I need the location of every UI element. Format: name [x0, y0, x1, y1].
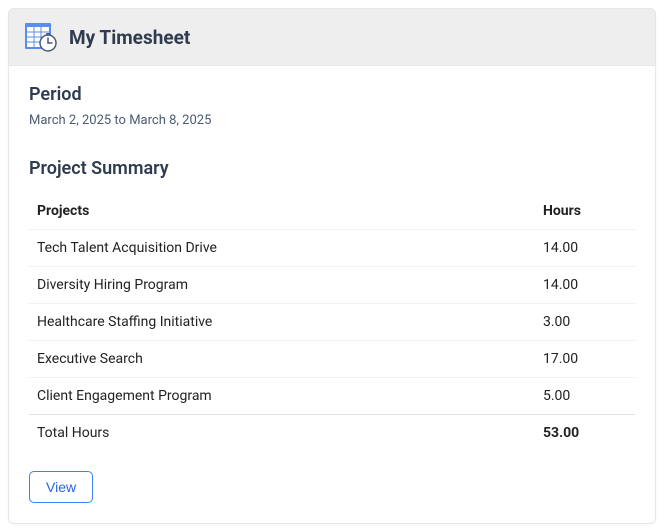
- period-label: Period: [29, 84, 635, 105]
- project-hours: 3.00: [535, 304, 635, 341]
- col-projects: Projects: [29, 193, 535, 230]
- table-row: Tech Talent Acquisition Drive 14.00: [29, 230, 635, 267]
- table-header-row: Projects Hours: [29, 193, 635, 230]
- project-hours: 14.00: [535, 230, 635, 267]
- table-row: Client Engagement Program 5.00: [29, 378, 635, 415]
- table-row: Executive Search 17.00: [29, 341, 635, 378]
- project-summary-table: Projects Hours Tech Talent Acquisition D…: [29, 193, 635, 451]
- summary-label: Project Summary: [29, 158, 635, 179]
- timesheet-card: My Timesheet Period March 2, 2025 to Mar…: [8, 8, 656, 524]
- project-name: Healthcare Staffing Initiative: [29, 304, 535, 341]
- col-hours: Hours: [535, 193, 635, 230]
- card-body: Period March 2, 2025 to March 8, 2025 Pr…: [9, 66, 655, 523]
- card-header: My Timesheet: [9, 9, 655, 66]
- total-label: Total Hours: [29, 415, 535, 452]
- period-text: March 2, 2025 to March 8, 2025: [29, 113, 635, 128]
- project-hours: 17.00: [535, 341, 635, 378]
- project-name: Diversity Hiring Program: [29, 267, 535, 304]
- timesheet-icon: [25, 21, 57, 53]
- project-hours: 5.00: [535, 378, 635, 415]
- table-row: Healthcare Staffing Initiative 3.00: [29, 304, 635, 341]
- page-title: My Timesheet: [69, 26, 190, 49]
- project-name: Client Engagement Program: [29, 378, 535, 415]
- view-button[interactable]: View: [29, 471, 93, 503]
- table-row: Diversity Hiring Program 14.00: [29, 267, 635, 304]
- total-hours: 53.00: [535, 415, 635, 452]
- project-name: Executive Search: [29, 341, 535, 378]
- table-total-row: Total Hours 53.00: [29, 415, 635, 452]
- project-hours: 14.00: [535, 267, 635, 304]
- project-name: Tech Talent Acquisition Drive: [29, 230, 535, 267]
